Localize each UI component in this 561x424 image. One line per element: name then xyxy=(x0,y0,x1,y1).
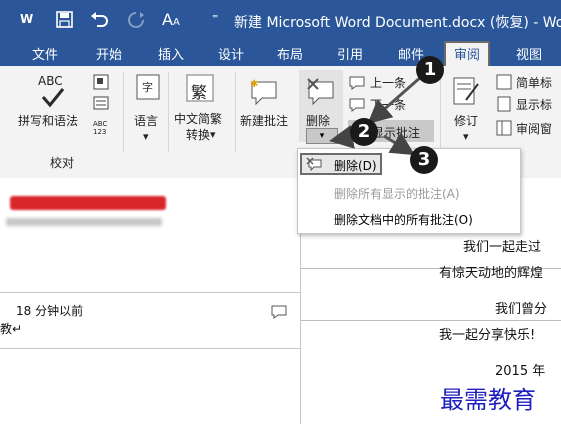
watermark-text: 最需教育 xyxy=(440,386,536,414)
step-badge-1: 1 xyxy=(416,56,444,84)
step-badge-2: 2 xyxy=(350,118,378,146)
callout-arrows xyxy=(329,74,423,156)
step-badge-3: 3 xyxy=(410,146,438,174)
